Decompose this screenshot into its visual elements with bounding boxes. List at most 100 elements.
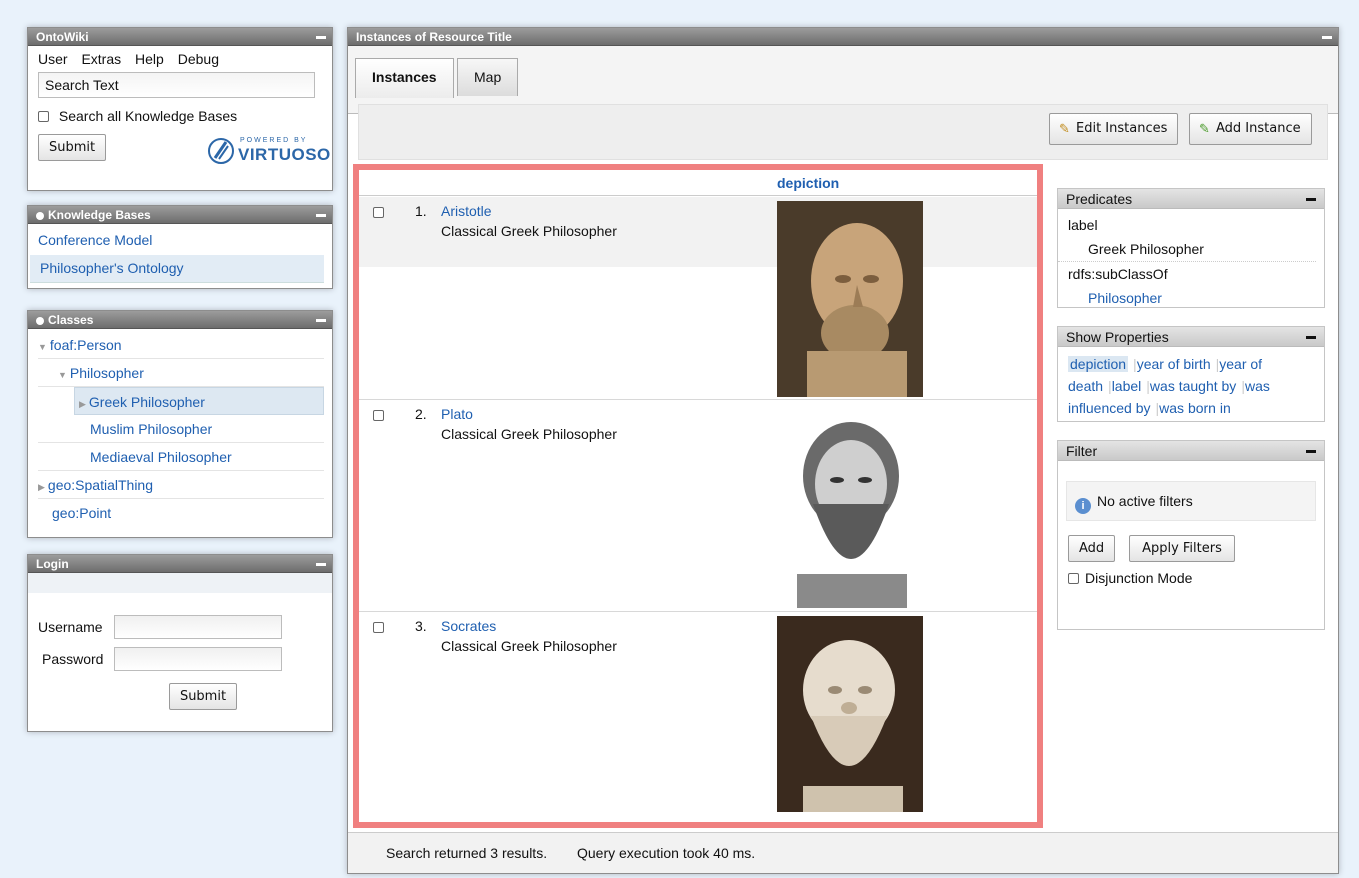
predicates-panel: Predicates label Greek Philosopher rdfs:…	[1057, 188, 1325, 308]
search-result-count: Search returned 3 results.	[386, 845, 548, 861]
property-was-taught-by[interactable]: was taught by	[1150, 378, 1236, 394]
no-filters-box: i No active filters	[1066, 481, 1316, 521]
class-item-philosopher[interactable]: ▼ Philosopher	[38, 359, 324, 387]
knowledge-bases-title: Knowledge Bases	[48, 208, 151, 222]
instance-description: Classical Greek Philosopher	[441, 223, 617, 239]
status-bar: Search returned 3 results. Query executi…	[348, 832, 1338, 873]
edit-instances-label: Edit Instances	[1076, 121, 1168, 136]
search-input[interactable]: Search Text	[38, 72, 315, 98]
menu-help[interactable]: Help	[135, 51, 164, 67]
class-item-geo-spatialthing[interactable]: ▶ geo:SpatialThing	[38, 471, 324, 499]
row-number: 2.	[415, 406, 427, 422]
depiction-column-header[interactable]: depiction	[777, 170, 839, 196]
expanded-triangle-icon[interactable]: ▼	[58, 370, 67, 380]
tab-instances[interactable]: Instances	[355, 58, 454, 98]
kb-item-conference-model[interactable]: Conference Model	[28, 227, 332, 255]
minimize-icon[interactable]	[1306, 336, 1316, 339]
filter-title-bar: Filter	[1058, 441, 1324, 461]
disjunction-checkbox[interactable]	[1068, 573, 1079, 584]
minimize-icon[interactable]	[316, 319, 326, 322]
class-label: geo:SpatialThing	[47, 477, 153, 493]
predicate-label-value: Greek Philosopher	[1058, 237, 1316, 262]
socrates-portrait	[777, 616, 923, 812]
minimize-icon[interactable]	[1306, 450, 1316, 453]
show-properties-title: Show Properties	[1066, 329, 1169, 345]
username-row: Username	[28, 613, 332, 645]
disjunction-row: Disjunction Mode	[1058, 562, 1324, 594]
add-pencil-icon: ✎	[1199, 122, 1210, 137]
class-item-muslim-philosopher[interactable]: Muslim Philosopher	[38, 415, 324, 443]
username-label: Username	[38, 619, 103, 635]
menu-debug[interactable]: Debug	[178, 51, 219, 67]
search-submit-button[interactable]: Submit	[38, 134, 107, 161]
login-submit-button[interactable]: Submit	[168, 683, 238, 710]
menu-bar: User Extras Help Debug	[28, 46, 332, 72]
property-depiction[interactable]: depiction	[1068, 356, 1129, 372]
filter-panel: Filter i No active filters Add Apply Filt…	[1057, 440, 1325, 630]
property-was-born-in[interactable]: was born in	[1159, 400, 1231, 416]
minimize-icon[interactable]	[316, 563, 326, 566]
class-label: Muslim Philosopher	[90, 421, 213, 437]
menu-user[interactable]: User	[38, 51, 68, 67]
instance-link[interactable]: Socrates	[441, 618, 496, 634]
instance-link[interactable]: Aristotle	[441, 203, 492, 219]
add-instance-button[interactable]: ✎ Add Instance	[1189, 113, 1312, 145]
instances-title-bar: Instances of Resource Title	[348, 28, 1338, 46]
edit-instances-button[interactable]: ✎ Edit Instances	[1049, 113, 1179, 145]
predicate-subclass-link[interactable]: Philosopher	[1058, 286, 1324, 310]
results-table: depiction 1. Aristotle Classical Greek P…	[353, 164, 1043, 828]
tab-map[interactable]: Map	[457, 58, 519, 96]
class-item-greek-philosopher[interactable]: ▶ Greek Philosopher	[74, 387, 324, 415]
minimize-icon[interactable]	[1322, 36, 1332, 39]
pencil-icon: ✎	[1059, 122, 1070, 137]
bullet-icon	[36, 212, 44, 220]
class-label: Philosopher	[69, 365, 144, 381]
bust-image-icon	[777, 201, 923, 397]
info-icon: i	[1075, 498, 1091, 514]
add-filter-button[interactable]: Add	[1068, 535, 1116, 562]
filter-buttons-row: Add Apply Filters	[1058, 521, 1324, 562]
password-input[interactable]	[114, 647, 282, 671]
virtuoso-text: VIRTUOSO	[238, 145, 331, 164]
expanded-triangle-icon[interactable]: ▼	[38, 342, 47, 352]
knowledge-bases-window: Knowledge Bases Conference Model Philoso…	[27, 205, 333, 289]
class-item-foaf-person[interactable]: ▼ foaf:Person	[38, 331, 324, 359]
property-label[interactable]: label	[1112, 378, 1142, 394]
row-checkbox[interactable]	[373, 622, 384, 633]
apply-filters-button[interactable]: Apply Filters	[1129, 535, 1235, 562]
search-submit-row: Submit POWERED BY VIRTUOSO	[28, 124, 332, 168]
instances-window: Instances of Resource Title Instances Ma…	[347, 27, 1339, 874]
collapsed-triangle-icon[interactable]: ▶	[79, 399, 86, 409]
classes-title-bar: Classes	[28, 311, 332, 329]
row-checkbox[interactable]	[373, 207, 384, 218]
menu-extras[interactable]: Extras	[81, 51, 121, 67]
query-time: Query execution took 40 ms.	[576, 845, 756, 861]
bullet-icon	[36, 317, 44, 325]
class-item-geo-point[interactable]: geo:Point	[38, 499, 324, 527]
class-label: foaf:Person	[49, 337, 122, 353]
virtuoso-swirl-icon	[208, 138, 234, 164]
ontowiki-title: OntoWiki	[36, 30, 89, 44]
ontowiki-title-bar: OntoWiki	[28, 28, 332, 46]
row-checkbox[interactable]	[373, 410, 384, 421]
search-all-row: Search all Knowledge Bases	[28, 98, 332, 124]
minimize-icon[interactable]	[1306, 198, 1316, 201]
search-all-checkbox[interactable]	[38, 111, 49, 122]
collapsed-triangle-icon[interactable]: ▶	[38, 482, 45, 492]
instance-description: Classical Greek Philosopher	[441, 426, 617, 442]
instance-link[interactable]: Plato	[441, 406, 473, 422]
results-header: depiction	[359, 170, 1037, 196]
classes-window: Classes ▼ foaf:Person ▼ Philosopher ▶ Greek…	[27, 310, 333, 538]
instances-title: Instances of Resource Title	[356, 30, 512, 44]
predicates-title: Predicates	[1066, 191, 1133, 207]
minimize-icon[interactable]	[316, 36, 326, 39]
login-window: Login Username Password Submit	[27, 554, 333, 732]
username-input[interactable]	[114, 615, 282, 639]
add-instance-label: Add Instance	[1216, 121, 1301, 136]
minimize-icon[interactable]	[316, 214, 326, 217]
show-properties-panel: Show Properties depiction |year of birth |…	[1057, 326, 1325, 422]
property-year-of-birth[interactable]: year of birth	[1137, 356, 1211, 372]
kb-item-philosophers-ontology[interactable]: Philosopher's Ontology	[30, 255, 324, 283]
class-item-mediaeval-philosopher[interactable]: Mediaeval Philosopher	[38, 443, 324, 471]
login-title: Login	[36, 557, 69, 571]
